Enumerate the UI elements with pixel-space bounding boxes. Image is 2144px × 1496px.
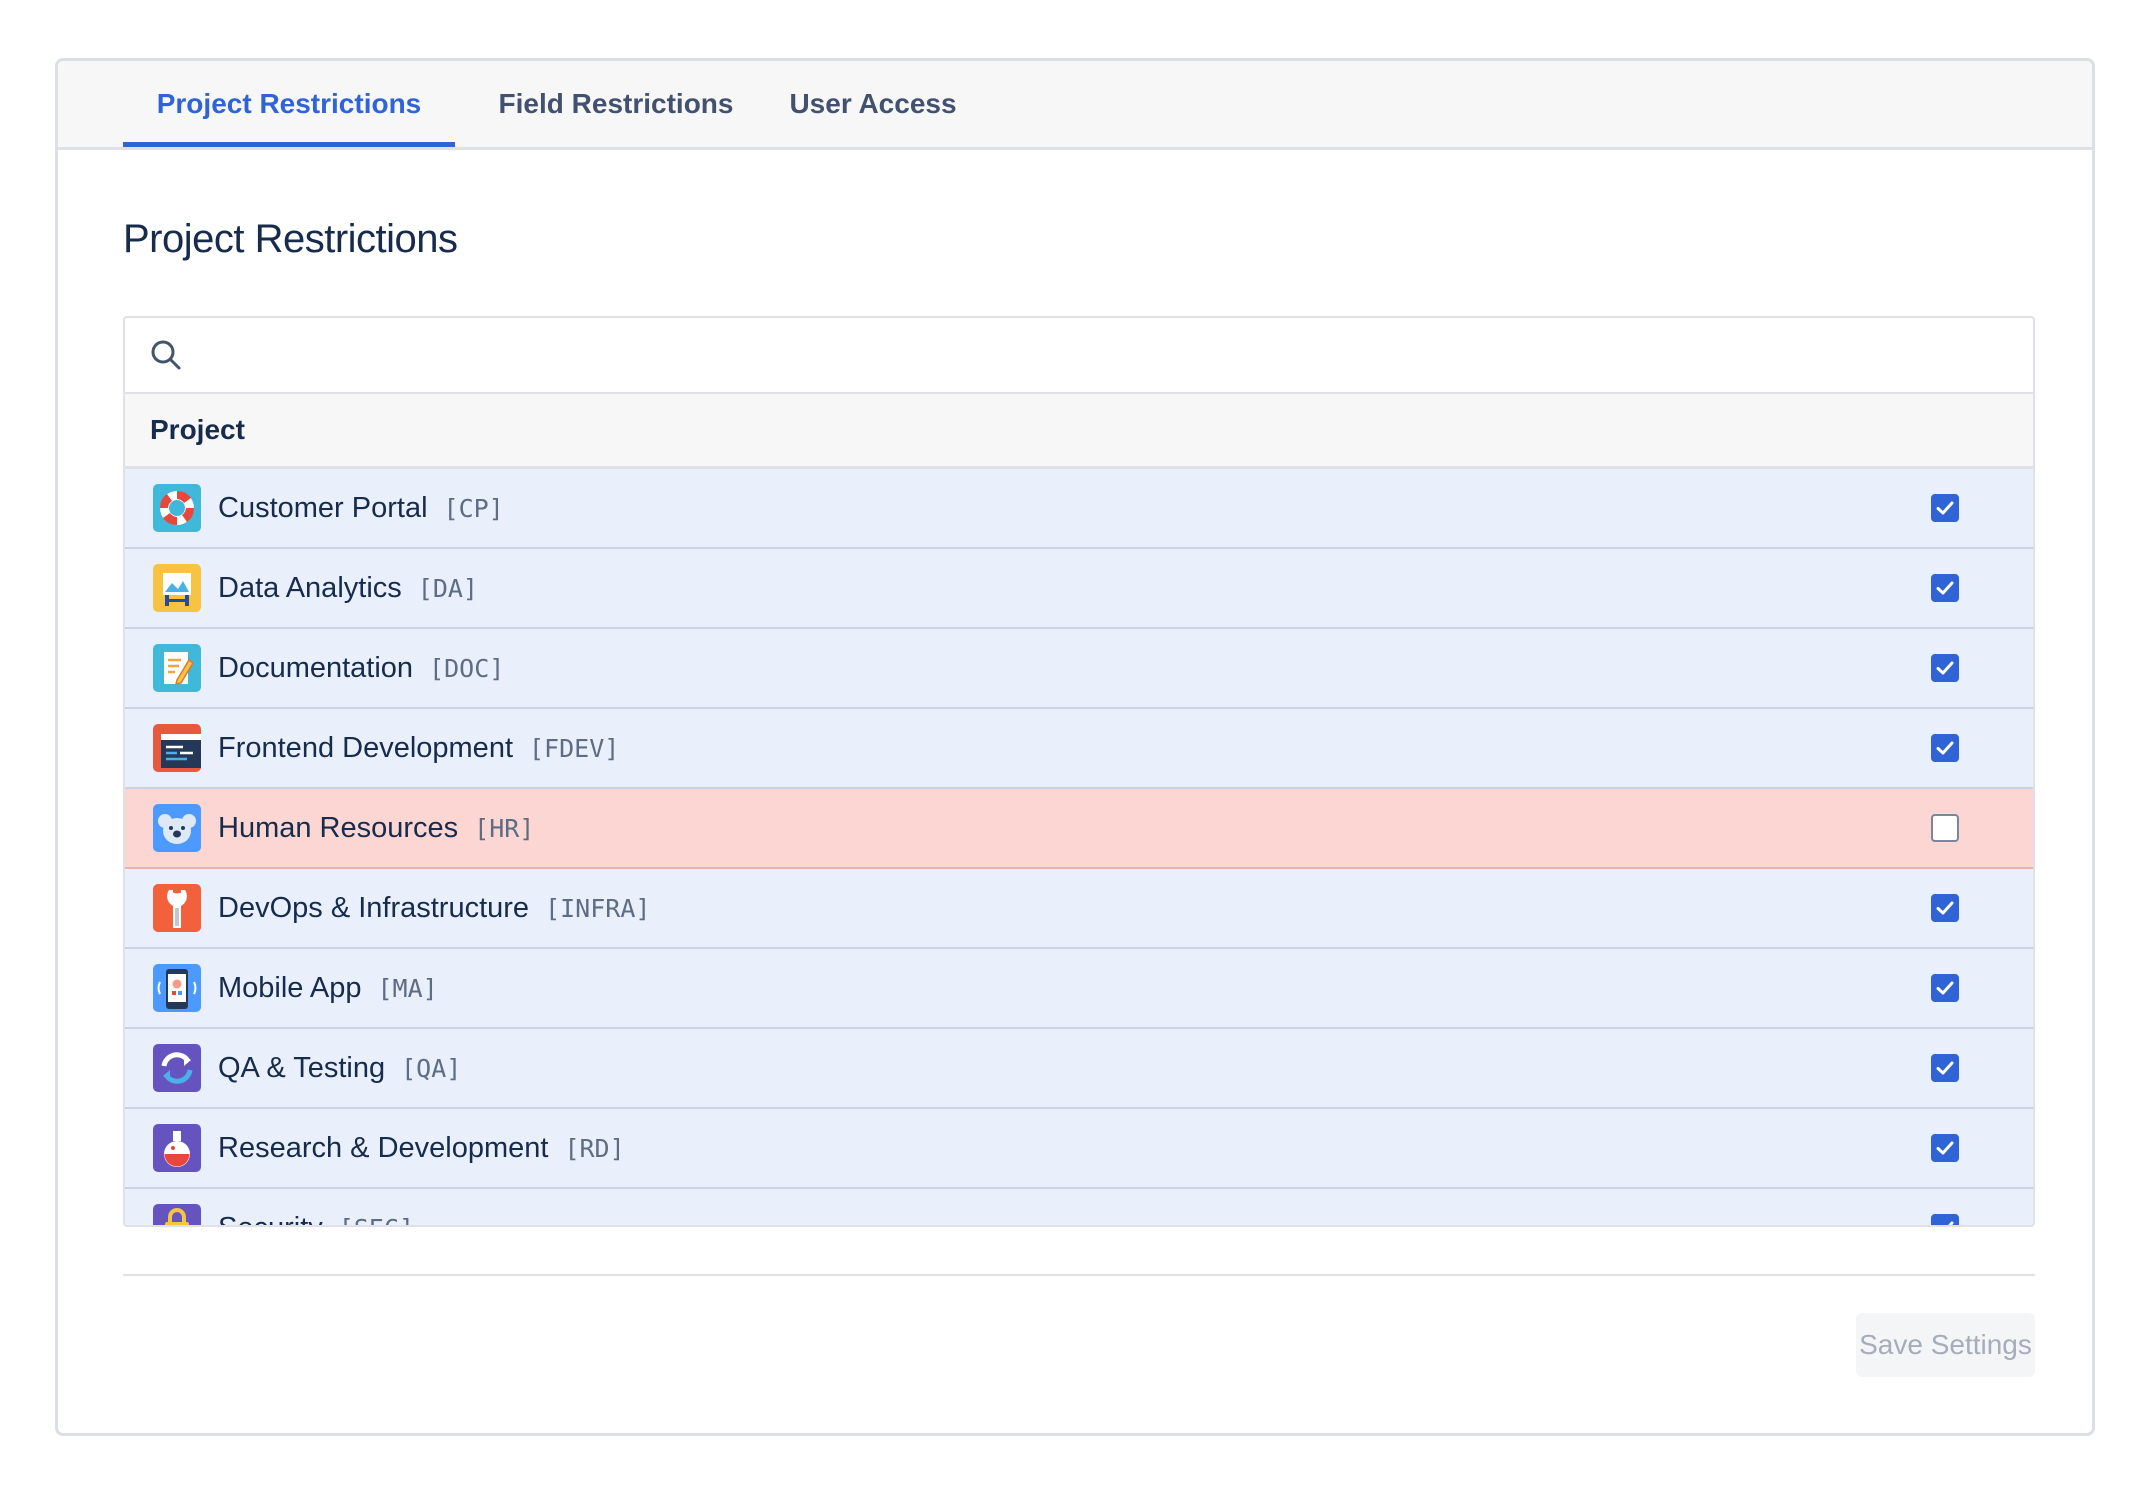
project-name: Customer Portal [218, 492, 428, 524]
page-title: Project Restrictions [123, 217, 458, 261]
easel-chart-icon [153, 564, 201, 612]
project-row-mobile-app[interactable]: Mobile App [MA] [125, 949, 2033, 1029]
project-key: [SEC] [339, 1214, 414, 1225]
project-key: [DA] [417, 574, 478, 603]
project-row-qa-testing[interactable]: QA & Testing [QA] [125, 1029, 2033, 1109]
project-key: [HR] [474, 814, 535, 843]
project-checkbox[interactable] [1931, 494, 1959, 522]
project-checkbox[interactable] [1931, 814, 1959, 842]
project-checkbox[interactable] [1931, 734, 1959, 762]
tab-field-restrictions[interactable]: Field Restrictions [491, 61, 741, 147]
lock-icon [153, 1204, 201, 1225]
project-name: DevOps & Infrastructure [218, 892, 530, 924]
project-list: Customer Portal [CP] Data Analytics [DA]… [125, 469, 2033, 1225]
project-row-devops-infrastructure[interactable]: DevOps & Infrastructure [INFRA] [125, 869, 2033, 949]
refresh-icon [153, 1044, 201, 1092]
project-key: [MA] [377, 974, 438, 1003]
project-row-customer-portal[interactable]: Customer Portal [CP] [125, 469, 2033, 549]
save-settings-button[interactable]: Save Settings [1856, 1313, 2035, 1377]
project-checkbox[interactable] [1931, 1134, 1959, 1162]
project-table: Project Customer Portal [CP] Data Analyt… [123, 316, 2035, 1227]
project-checkbox[interactable] [1931, 1214, 1959, 1225]
project-name: Mobile App [218, 972, 362, 1004]
search-icon [151, 340, 181, 370]
project-row-research-development[interactable]: Research & Development [RD] [125, 1109, 2033, 1189]
koala-icon [153, 804, 201, 852]
search-bar [125, 318, 2033, 394]
search-input[interactable] [197, 328, 2017, 384]
project-name: Human Resources [218, 812, 459, 844]
project-checkbox[interactable] [1931, 654, 1959, 682]
notepad-pencil-icon [153, 644, 201, 692]
flask-icon [153, 1124, 201, 1172]
project-key: [RD] [564, 1134, 625, 1163]
project-key: [QA] [401, 1054, 462, 1083]
project-key: [FDEV] [529, 734, 620, 763]
code-window-icon [153, 724, 201, 772]
project-row-security[interactable]: Security [SEC] [125, 1189, 2033, 1225]
project-checkbox[interactable] [1931, 574, 1959, 602]
project-checkbox[interactable] [1931, 1054, 1959, 1082]
project-checkbox[interactable] [1931, 894, 1959, 922]
project-row-documentation[interactable]: Documentation [DOC] [125, 629, 2033, 709]
project-key: [INFRA] [545, 894, 651, 923]
wrench-icon [153, 884, 201, 932]
tab-project-restrictions[interactable]: Project Restrictions [123, 61, 455, 147]
tab-user-access[interactable]: User Access [785, 61, 961, 147]
phone-icon [153, 964, 201, 1012]
project-row-human-resources[interactable]: Human Resources [HR] [125, 789, 2033, 869]
project-name: Documentation [218, 652, 414, 684]
active-tab-indicator [123, 142, 455, 147]
project-name: Research & Development [218, 1132, 549, 1164]
project-key: [CP] [443, 494, 504, 523]
settings-card: Project Restrictions Field Restrictions … [55, 58, 2095, 1436]
tab-bar: Project Restrictions Field Restrictions … [58, 61, 2092, 150]
table-header: Project [125, 394, 2033, 469]
project-checkbox[interactable] [1931, 974, 1959, 1002]
project-row-frontend-development[interactable]: Frontend Development [FDEV] [125, 709, 2033, 789]
project-name: Frontend Development [218, 732, 513, 764]
project-key: [DOC] [429, 654, 505, 683]
column-header-project: Project [150, 414, 245, 445]
lifebuoy-icon [153, 484, 201, 532]
footer-divider [123, 1274, 2035, 1276]
project-name: QA & Testing [218, 1052, 386, 1084]
project-name: Security [218, 1212, 323, 1225]
project-row-data-analytics[interactable]: Data Analytics [DA] [125, 549, 2033, 629]
project-name: Data Analytics [218, 572, 402, 604]
